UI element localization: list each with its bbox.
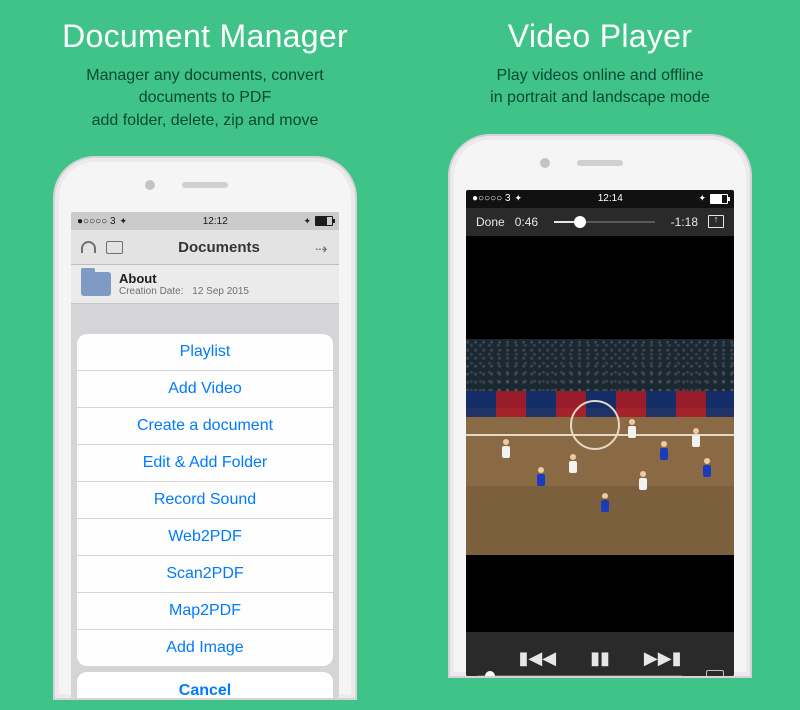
battery-icon [710,194,728,204]
panel-title: Video Player [410,18,790,55]
status-time: 12:12 [203,216,228,227]
player-sprite [628,419,636,438]
status-bar: ●○○○○ 3 12:12 [71,212,339,230]
wifi-icon [515,193,523,204]
carrier-label: ●○○○○ 3 [77,216,116,227]
action-item-edit-add-folder[interactable]: Edit & Add Folder [77,445,333,482]
action-cancel-button[interactable]: Cancel [77,672,333,698]
phone-speaker [182,182,228,188]
fullscreen-icon[interactable] [708,215,724,228]
pause-button[interactable]: ▮▮ [590,648,610,669]
player-sprite [703,458,711,477]
phone-camera-dot [540,158,550,168]
action-item-web2pdf[interactable]: Web2PDF [77,519,333,556]
player-sprite: 9 [601,493,609,512]
rewind-button[interactable]: ▮◀◀ [519,648,557,669]
bluetooth-icon [303,216,311,227]
scrubber[interactable] [554,221,655,223]
status-bar: ●○○○○ 3 12:14 [466,190,734,208]
wifi-icon [120,216,128,227]
action-item-playlist[interactable]: Playlist [77,334,333,371]
promo-panel-video-player: Video Player Play videos online and offl… [410,0,790,678]
carrier-label: ●○○○○ 3 [472,193,511,204]
promo-panel-document-manager: Document Manager Manager any documents, … [15,0,395,700]
status-time: 12:14 [598,193,623,204]
bluetooth-icon [698,193,706,204]
player-sprite [639,471,647,490]
done-button[interactable]: Done [476,215,505,229]
volume-knob[interactable] [485,671,495,676]
action-item-scan2pdf[interactable]: Scan2PDF [77,556,333,593]
action-item-map2pdf[interactable]: Map2PDF [77,593,333,630]
action-item-add-image[interactable]: Add Image [77,630,333,666]
remaining-time: -1:18 [671,215,698,229]
phone-mockup: ●○○○○ 3 12:12 Docume [15,156,395,700]
phone-speaker [577,160,623,166]
panel-title: Document Manager [15,18,395,55]
phone-mockup: ●○○○○ 3 12:14 Done 0:46 [410,134,790,678]
player-sprite [660,441,668,460]
action-item-add-video[interactable]: Add Video [77,371,333,408]
playback-controls: ▮◀◀ ▮▮ ▶▶▮ [466,632,734,676]
player-sprite [502,439,510,458]
player-sprite [569,454,577,473]
action-item-create-a-document[interactable]: Create a document [77,408,333,445]
panel-subtitle: Manager any documents, convert documents… [15,65,395,132]
panel-subtitle: Play videos online and offline in portra… [410,65,790,110]
action-sheet: PlaylistAdd VideoCreate a documentEdit &… [77,334,333,698]
battery-icon [315,216,333,226]
phone-camera-dot [145,180,155,190]
volume-slider[interactable] [478,675,682,676]
forward-button[interactable]: ▶▶▮ [644,648,682,669]
video-top-bar: Done 0:46 -1:18 [466,208,734,236]
scrubber-knob[interactable] [574,216,586,228]
action-item-record-sound[interactable]: Record Sound [77,482,333,519]
elapsed-time: 0:46 [515,215,538,229]
player-sprite [692,428,700,447]
player-sprite [537,467,545,486]
airplay-icon[interactable] [706,670,724,676]
video-frame[interactable]: 9 [466,254,734,640]
